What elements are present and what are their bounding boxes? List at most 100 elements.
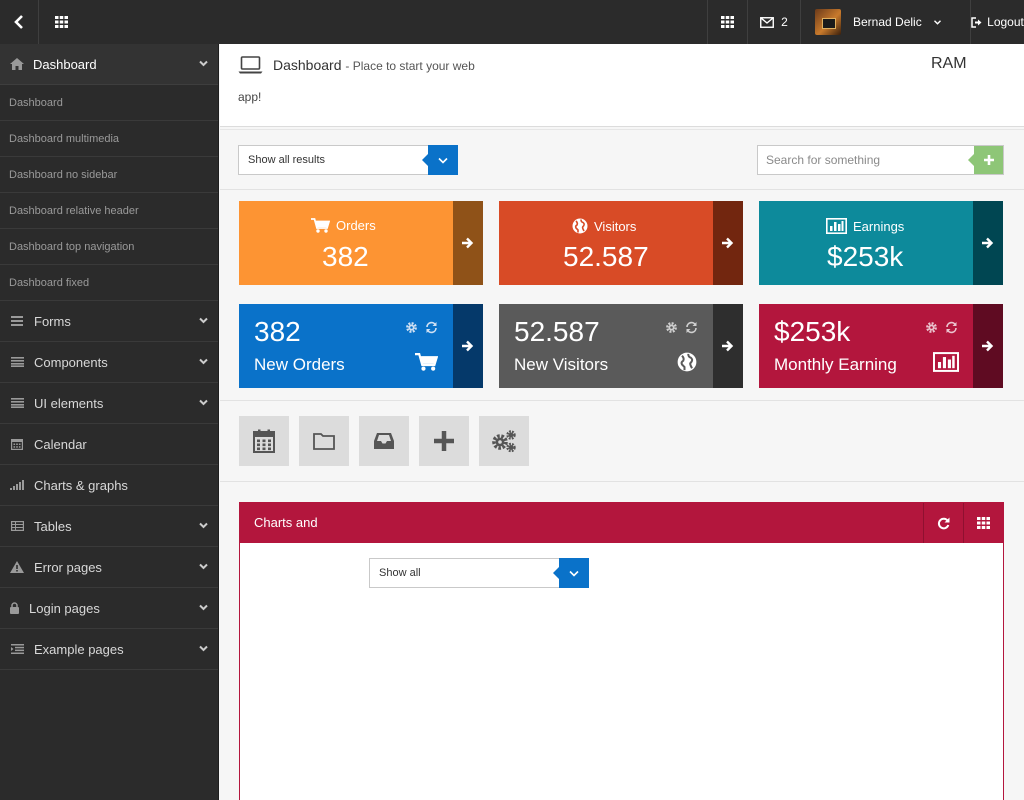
visitors-stat-tile[interactable]: Visitors 52.587 <box>499 201 743 285</box>
sidebar-subitem-dashboard[interactable]: Dashboard <box>0 85 218 121</box>
tile-more-button[interactable] <box>973 304 1003 388</box>
panel-grid-button[interactable] <box>963 503 1003 543</box>
inbox-icon <box>374 433 394 449</box>
refresh-icon[interactable] <box>425 321 438 334</box>
results-filter-select[interactable]: Show all results <box>238 145 458 175</box>
gear-icon[interactable] <box>405 321 418 334</box>
chevron-down-icon <box>199 645 208 652</box>
inbox-button[interactable] <box>359 416 409 466</box>
sidebar-item-charts[interactable]: Charts & graphs <box>0 465 218 506</box>
arrow-right-icon <box>462 340 474 352</box>
back-button[interactable] <box>0 0 38 44</box>
logout-button[interactable]: Logout <box>971 0 1024 44</box>
user-menu[interactable]: Bernad Delic <box>801 0 969 44</box>
select-arrow[interactable] <box>553 558 589 588</box>
monthly-earning-tile[interactable]: $253k Monthly Earning <box>759 304 1003 388</box>
user-name: Bernad Delic <box>853 15 922 29</box>
sidebar-item-forms[interactable]: Forms <box>0 301 218 342</box>
tile-more-button[interactable] <box>973 201 1003 285</box>
tile-label: Monthly Earning <box>774 355 897 374</box>
panel-refresh-button[interactable] <box>923 503 963 543</box>
sidebar-item-label: Charts & graphs <box>34 477 128 493</box>
grid-icon <box>720 16 734 28</box>
sidebar-item-example-pages[interactable]: Example pages <box>0 629 218 670</box>
folder-button[interactable] <box>299 416 349 466</box>
tile-value: 52.587 <box>514 316 600 347</box>
sidebar-item-ui-elements[interactable]: UI elements <box>0 383 218 424</box>
filter-toolbar: Show all results <box>220 132 1024 190</box>
main-content: Dashboard - Place to start your web app!… <box>220 44 1024 800</box>
calendar-button[interactable] <box>239 416 289 466</box>
top-bar: 2 Bernad Delic Logout <box>0 0 1024 44</box>
divider <box>220 129 1024 130</box>
tile-value: $253k <box>827 241 904 272</box>
panel-title: Charts and <box>254 515 318 530</box>
sidebar-item-calendar[interactable]: Calendar <box>0 424 218 465</box>
refresh-icon <box>937 517 950 529</box>
sidebar-item-tables[interactable]: Tables <box>0 506 218 547</box>
tile-more-button[interactable] <box>453 201 483 285</box>
chevron-down-icon <box>569 570 579 577</box>
search-add-button[interactable] <box>968 146 1003 174</box>
plus-icon <box>983 155 994 165</box>
sidebar-subitem-dashboard-top-navigation[interactable]: Dashboard top navigation <box>0 229 218 265</box>
tile-value: 382 <box>254 316 301 347</box>
tile-more-button[interactable] <box>713 304 743 388</box>
arrow-right-icon <box>982 340 994 352</box>
page-subtitle-continued: app! <box>238 90 262 104</box>
sidebar-item-label: Tables <box>34 518 72 534</box>
arrow-right-icon <box>722 340 734 352</box>
gear-icon[interactable] <box>665 321 678 334</box>
refresh-icon[interactable] <box>685 321 698 334</box>
sidebar-subitem-label: Dashboard fixed <box>9 276 90 289</box>
gears-icon <box>492 430 516 453</box>
sidebar-subitem-dashboard-no-sidebar[interactable]: Dashboard no sidebar <box>0 157 218 193</box>
sign-out-icon <box>971 16 982 28</box>
sidebar-item-components[interactable]: Components <box>0 342 218 383</box>
chevron-down-icon <box>199 317 208 324</box>
refresh-icon[interactable] <box>945 321 958 334</box>
gear-icon[interactable] <box>925 321 938 334</box>
calendar-icon <box>253 429 275 453</box>
search-input[interactable] <box>758 146 974 174</box>
settings-button[interactable] <box>479 416 529 466</box>
warning-icon <box>10 561 24 573</box>
laptop-icon <box>238 56 263 74</box>
list-icon <box>10 644 24 654</box>
sidebar-subitem-dashboard-relative-header[interactable]: Dashboard relative header <box>0 193 218 229</box>
sidebar-item-error-pages[interactable]: Error pages <box>0 547 218 588</box>
sidebar-item-label: Login pages <box>29 600 100 616</box>
sidebar-item-dashboard[interactable]: Dashboard <box>0 44 218 85</box>
add-button[interactable] <box>419 416 469 466</box>
earnings-stat-tile[interactable]: Earnings $253k <box>759 201 1003 285</box>
tile-more-button[interactable] <box>453 304 483 388</box>
chevron-down-icon <box>199 358 208 365</box>
select-value: Show all results <box>248 154 326 166</box>
arrow-right-icon <box>982 237 994 249</box>
sidebar-subitem-dashboard-fixed[interactable]: Dashboard fixed <box>0 265 218 301</box>
calendar-icon <box>11 439 23 450</box>
chevron-left-icon <box>14 15 23 29</box>
new-visitors-tile[interactable]: 52.587 New Visitors <box>499 304 743 388</box>
sidebar-subitem-dashboard-multimedia[interactable]: Dashboard multimedia <box>0 121 218 157</box>
sidebar-item-login-pages[interactable]: Login pages <box>0 588 218 629</box>
tile-more-button[interactable] <box>713 201 743 285</box>
ui-elements-icon <box>10 398 24 408</box>
sidebar-item-label: Components <box>34 354 108 370</box>
orders-stat-tile[interactable]: Orders 382 <box>239 201 483 285</box>
quick-actions <box>220 400 1024 482</box>
sidebar: Dashboard Dashboard Dashboard multimedia… <box>0 44 219 800</box>
chart-filter-select[interactable]: Show all <box>369 558 589 588</box>
apps-toggle-button[interactable] <box>40 0 82 44</box>
envelope-icon <box>760 16 775 28</box>
grid-icon <box>977 517 990 529</box>
tile-value: 382 <box>322 241 369 272</box>
search-box <box>757 145 1004 175</box>
new-orders-tile[interactable]: 382 New Orders <box>239 304 483 388</box>
tile-actions <box>925 321 958 334</box>
select-arrow[interactable] <box>422 145 458 175</box>
messages-button[interactable]: 2 <box>748 0 800 44</box>
bar-chart-icon <box>933 352 959 372</box>
apps-menu-button[interactable] <box>708 0 746 44</box>
chevron-down-icon <box>199 60 208 67</box>
